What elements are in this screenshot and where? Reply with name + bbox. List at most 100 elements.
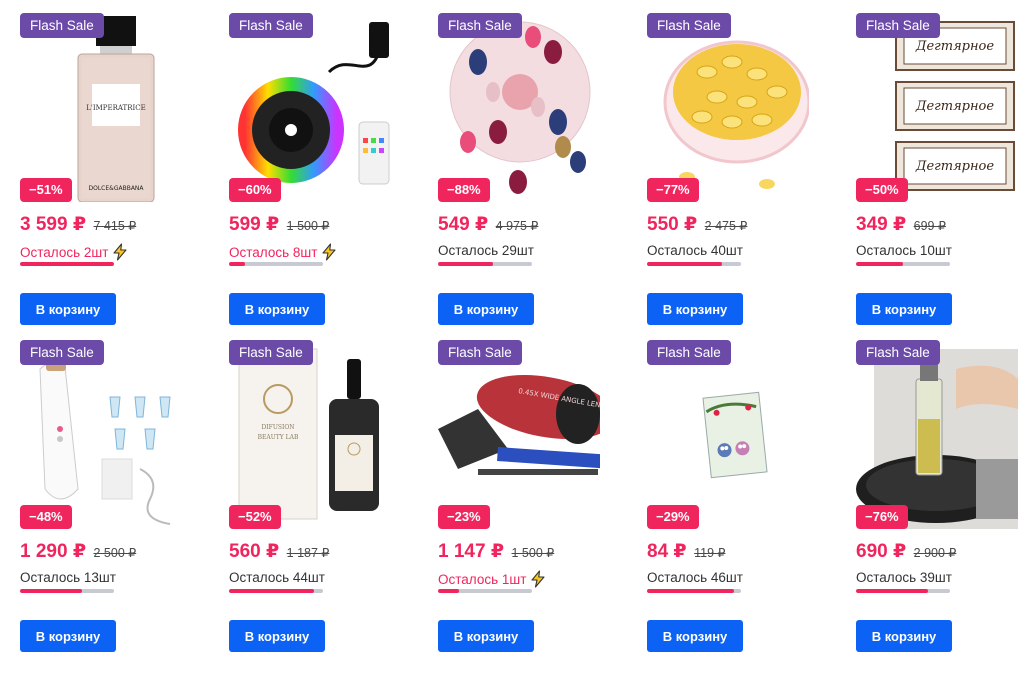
discount-badge: −60% [229,178,281,202]
stock-remaining: Осталось 44шт [229,570,325,585]
product-image[interactable]: L'IMPERATRICE DOLCE&GABBANA [20,12,182,202]
flash-sale-badge: Flash Sale [438,340,522,365]
price-row: 3 599 ₽ 7 415 ₽ [20,213,136,236]
stock-progress-fill [20,262,114,266]
perfume-bottle-image: L'IMPERATRICE DOLCE&GABBANA [20,12,182,202]
stock-progress-fill [438,589,459,593]
stock-progress-fill [438,262,493,266]
stock-progress-fill [856,262,903,266]
product-card[interactable]: 0.45X WIDE ANGLE LENS Flash Sale −23% 1 … [418,327,600,654]
svg-text:L'IMPERATRICE: L'IMPERATRICE [86,104,145,112]
flash-sale-badge: Flash Sale [856,13,940,38]
current-price: 84 ₽ [647,541,687,562]
stock-label: Осталось 29шт [438,243,534,258]
price-row: 550 ₽ 2 475 ₽ [647,213,747,236]
old-price: 1 500 ₽ [511,546,555,560]
product-image[interactable] [856,339,1018,529]
product-image[interactable] [438,12,600,202]
current-price: 349 ₽ [856,214,907,235]
product-grid: L'IMPERATRICE DOLCE&GABBANA Flash Sale −… [0,0,1029,683]
discount-badge: −88% [438,178,490,202]
stock-progress-bar [438,589,532,593]
add-to-cart-button[interactable]: В корзину [438,293,534,325]
old-price: 1 187 ₽ [286,546,330,560]
product-image[interactable] [647,12,809,202]
stock-progress-bar [20,589,114,593]
stock-label: Осталось 2шт [20,244,109,260]
product-card[interactable]: Flash Sale −60% 599 ₽ 1 500 ₽ Осталось 8… [209,0,391,327]
current-price: 560 ₽ [229,541,280,562]
product-card[interactable]: L'IMPERATRICE DOLCE&GABBANA Flash Sale −… [0,0,182,327]
product-card[interactable]: Flash Sale −48% 1 290 ₽ 2 500 ₽ Осталось… [0,327,182,654]
product-image[interactable]: Дегтярное Дегтярное Дегтярное [856,12,1018,202]
price-row: 349 ₽ 699 ₽ [856,213,946,236]
oil-capsules-image [647,12,809,202]
price-row: 549 ₽ 4 975 ₽ [438,213,538,236]
stock-progress-fill [647,589,735,593]
stock-progress-fill [647,262,723,266]
stock-progress-bar [647,589,741,593]
product-card[interactable]: Flash Sale −76% 690 ₽ 2 900 ₽ Осталось 3… [836,327,1018,654]
product-card[interactable]: Flash Sale −29% 84 ₽ 119 ₽ Осталось 46шт… [627,327,809,654]
product-image[interactable]: DIFUSION BEAUTY LAB [229,339,391,529]
oil-sprayer-image [856,339,1018,529]
current-price: 599 ₽ [229,214,280,235]
flash-sale-badge: Flash Sale [647,13,731,38]
stock-label: Осталось 39шт [856,570,952,585]
product-image[interactable] [229,12,391,202]
flash-sale-badge: Flash Sale [647,340,731,365]
current-price: 690 ₽ [856,541,907,562]
flash-sale-badge: Flash Sale [229,13,313,38]
product-image[interactable] [20,339,182,529]
led-strip-image [229,12,391,202]
pore-vacuum-image [20,339,182,529]
price-row: 560 ₽ 1 187 ₽ [229,540,329,563]
add-to-cart-button[interactable]: В корзину [20,620,116,652]
current-price: 549 ₽ [438,214,489,235]
stock-progress-bar [438,262,532,266]
stock-progress-fill [229,262,245,266]
stock-remaining: Осталось 40шт [647,243,743,258]
product-image[interactable] [647,339,809,529]
svg-text:Дегтярное: Дегтярное [915,99,994,114]
stock-progress-bar [20,262,114,266]
product-card[interactable]: Дегтярное Дегтярное Дегтярное Flash Sale −… [836,0,1018,327]
stock-progress-fill [229,589,314,593]
add-to-cart-button[interactable]: В корзину [20,293,116,325]
add-to-cart-button[interactable]: В корзину [438,620,534,652]
product-card[interactable]: Flash Sale −77% 550 ₽ 2 475 ₽ Осталось 4… [627,0,809,327]
flash-sale-badge: Flash Sale [856,340,940,365]
stock-label: Осталось 46шт [647,570,743,585]
notebook-image [647,339,809,529]
add-to-cart-button[interactable]: В корзину [856,620,952,652]
old-price: 2 900 ₽ [913,546,957,560]
stock-remaining: Осталось 13шт [20,570,116,585]
product-image[interactable]: 0.45X WIDE ANGLE LENS [438,339,600,529]
stock-progress-bar [856,262,950,266]
current-price: 1 290 ₽ [20,541,87,562]
discount-badge: −76% [856,505,908,529]
tar-soap-image: Дегтярное Дегтярное Дегтярное [856,12,1018,202]
add-to-cart-button[interactable]: В корзину [856,293,952,325]
old-price: 1 500 ₽ [286,219,330,233]
product-card[interactable]: Flash Sale −88% 549 ₽ 4 975 ₽ Осталось 2… [418,0,600,327]
lightning-icon [531,570,545,588]
stock-label: Осталось 40шт [647,243,743,258]
price-row: 1 290 ₽ 2 500 ₽ [20,540,136,563]
discount-badge: −29% [647,505,699,529]
add-to-cart-button[interactable]: В корзину [647,620,743,652]
flash-sale-badge: Flash Sale [20,13,104,38]
stock-label: Осталось 44шт [229,570,325,585]
flash-sale-badge: Flash Sale [438,13,522,38]
phone-lens-image: 0.45X WIDE ANGLE LENS [438,339,600,529]
stock-remaining: Осталось 1шт [438,570,547,588]
add-to-cart-button[interactable]: В корзину [647,293,743,325]
add-to-cart-button[interactable]: В корзину [229,293,325,325]
discount-badge: −23% [438,505,490,529]
product-card[interactable]: DIFUSION BEAUTY LAB Flash Sale −52% 560 … [209,327,391,654]
current-price: 550 ₽ [647,214,698,235]
stock-remaining: Осталось 2шт [20,243,129,261]
old-price: 7 415 ₽ [93,219,137,233]
discount-badge: −77% [647,178,699,202]
add-to-cart-button[interactable]: В корзину [229,620,325,652]
